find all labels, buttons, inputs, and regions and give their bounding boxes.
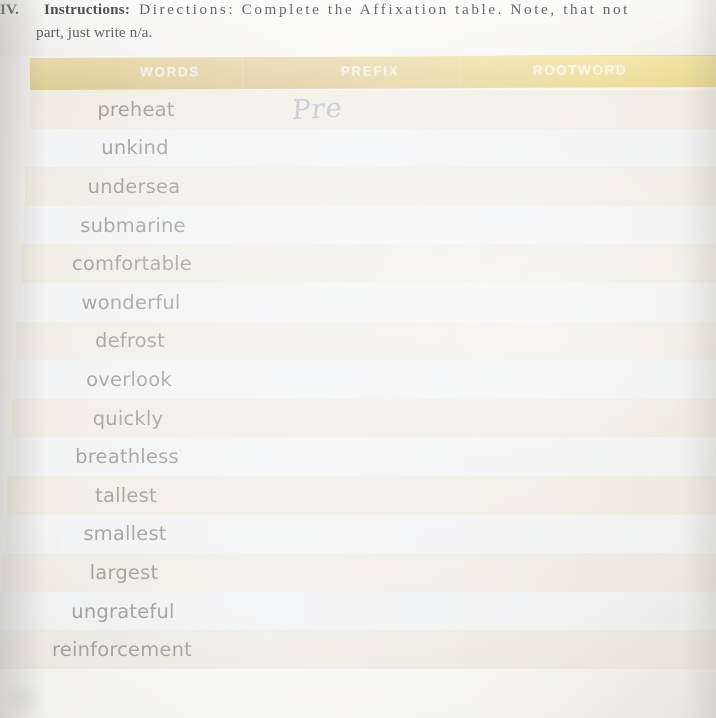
column-header-words: WORDS <box>140 64 200 80</box>
table-row: defrost <box>16 321 716 361</box>
table-row: ungrateful <box>0 591 716 631</box>
cell-word[interactable]: unkind <box>30 129 240 168</box>
table-row: submarine <box>23 205 716 245</box>
cell-word[interactable]: defrost <box>30 322 230 361</box>
cell-word[interactable]: quickly <box>30 399 226 438</box>
section-numeral: IV. <box>0 1 20 18</box>
cell-word[interactable]: ungrateful <box>30 592 216 631</box>
column-header-rootword: ROOTWORD <box>532 62 628 78</box>
table-row: reinforcement <box>0 630 716 669</box>
handwritten-prefix-answer[interactable]: Pre <box>291 93 344 127</box>
worksheet-page: IV. Instructions: Directions: Complete th… <box>0 0 716 718</box>
cell-word[interactable]: submarine <box>30 206 236 245</box>
instructions-line-two: part, just write n/a. <box>36 21 152 45</box>
table-row: overlook <box>13 360 716 399</box>
instructions-text-one: Directions: Complete the Affixation tabl… <box>139 1 630 18</box>
cell-word[interactable]: preheat <box>30 90 242 129</box>
table-row: largest <box>2 553 716 592</box>
table-row: smallest <box>4 514 716 554</box>
cell-word[interactable]: tallest <box>30 476 222 515</box>
cell-word[interactable]: breathless <box>30 437 224 476</box>
cell-word[interactable]: comfortable <box>30 244 234 283</box>
table-row: breathless <box>9 437 716 476</box>
cell-word[interactable]: smallest <box>30 515 220 554</box>
header-column-divider-3 <box>701 55 704 88</box>
table-row: comfortable <box>20 244 716 283</box>
table-row: preheat Pre <box>30 90 716 129</box>
table-header-row: WORDS PREFIX ROOTWORD <box>29 55 716 90</box>
instructions-label: Instructions: <box>44 1 131 18</box>
table-body: preheat Pre unkind undersea submarine comfort… <box>0 90 716 669</box>
header-column-divider-2 <box>459 56 462 89</box>
affixation-table: WORDS PREFIX ROOTWORD preheat Pre unkind un… <box>0 55 716 718</box>
cell-word[interactable]: reinforcement <box>30 630 214 669</box>
table-row: tallest <box>7 475 716 515</box>
cell-word[interactable]: undersea <box>30 167 238 206</box>
instructions-line-one: IV. Instructions: Directions: Complete th… <box>0 0 630 22</box>
table-row: quickly <box>11 398 716 438</box>
cell-word[interactable]: overlook <box>30 360 228 399</box>
instructions-text-two: part, just write n/a. <box>36 24 153 41</box>
table-row: undersea <box>25 167 716 206</box>
table-row: unkind <box>27 128 716 168</box>
column-header-prefix: PREFIX <box>340 63 400 79</box>
cell-word[interactable]: largest <box>30 553 218 592</box>
cell-word[interactable]: wonderful <box>30 283 232 322</box>
table-row: wonderful <box>18 282 716 322</box>
